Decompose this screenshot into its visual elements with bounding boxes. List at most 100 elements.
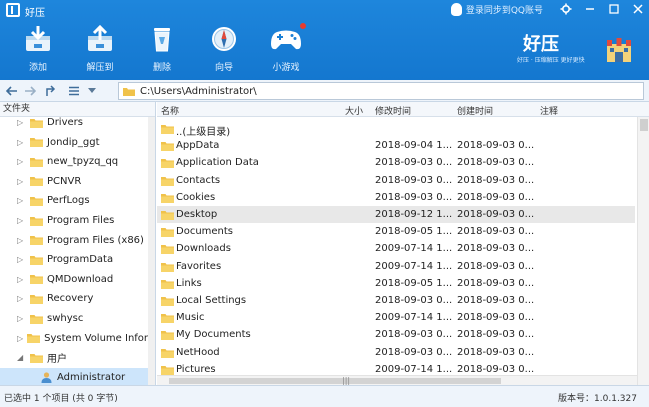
tree-item[interactable]: Administrator (0, 367, 150, 385)
file-name: Favorites (176, 260, 222, 272)
tree-item[interactable]: ▷ PCNVR (0, 172, 150, 191)
view-list-icon[interactable] (66, 83, 82, 99)
scrollbar-thumb[interactable] (169, 378, 501, 384)
file-row[interactable]: Desktop 2018-09-12 1... 2018-09-03 0... (157, 206, 635, 223)
close-button[interactable] (631, 2, 645, 16)
file-row[interactable]: Cookies 2018-09-03 0... 2018-09-03 0... (157, 189, 635, 206)
tree-item[interactable]: ▷ Program Files (0, 211, 150, 230)
expand-arrow-icon[interactable]: ▷ (17, 177, 26, 186)
tree-item[interactable]: ◢ 用户 (0, 348, 150, 367)
expanded-arrow-icon[interactable]: ◢ (17, 353, 26, 362)
file-row[interactable]: Application Data 2018-09-03 0... 2018-09-0… (157, 154, 635, 171)
expand-arrow-icon[interactable]: ▷ (17, 196, 26, 205)
extract-label: 解压到 (86, 63, 114, 73)
address-bar[interactable]: C:\Users\Administrator\ (118, 82, 644, 100)
extract-button[interactable]: 解压到 (78, 22, 122, 76)
back-arrow-icon[interactable] (4, 83, 20, 99)
expand-arrow-icon[interactable]: ▷ (17, 157, 26, 166)
view-dropdown-icon[interactable] (84, 83, 100, 99)
folder-icon (161, 176, 174, 186)
file-name: Contacts (176, 174, 221, 186)
scrollbar-thumb[interactable] (640, 119, 648, 131)
minimize-button[interactable] (583, 2, 597, 16)
folder-icon (30, 137, 43, 148)
column-created-header[interactable]: 创建时间 (457, 104, 493, 117)
up-level-icon[interactable] (42, 83, 58, 99)
maximize-button[interactable] (607, 2, 621, 16)
file-modified: 2018-09-05 1... (375, 277, 453, 289)
column-comment-header[interactable]: 注释 (540, 104, 558, 117)
expand-arrow-icon[interactable]: ▷ (17, 275, 26, 284)
file-name: Application Data (176, 157, 259, 169)
folder-icon (30, 235, 43, 246)
add-button[interactable]: 添加 (16, 22, 60, 76)
file-row[interactable]: ..(上级目录) (157, 120, 635, 138)
expand-arrow-icon[interactable]: ▷ (17, 118, 26, 127)
expand-arrow-icon[interactable]: ▷ (17, 314, 26, 323)
tree-item[interactable]: ▷ Recovery (0, 289, 150, 308)
qq-login-label: 登录同步到QQ账号 (465, 5, 543, 16)
file-modified: 2018-09-03 0... (375, 174, 453, 186)
column-size-header[interactable]: 大小 (345, 104, 363, 117)
tree-item-label: Jondip_ggt (47, 136, 100, 148)
folder-icon (161, 279, 174, 289)
file-row[interactable]: Links 2018-09-05 1... 2018-09-03 0... (157, 275, 635, 292)
file-row[interactable]: My Documents 2018-09-03 0... 2018-09-03 0.… (157, 326, 635, 343)
file-row[interactable]: Contacts 2018-09-03 0... 2018-09-03 0... (157, 172, 635, 189)
folder-icon (161, 141, 174, 152)
gamepad-icon (269, 22, 306, 56)
file-row[interactable]: Downloads 2009-07-14 1... 2018-09-03 0... (157, 240, 635, 257)
folder-icon (161, 244, 174, 255)
folder-icon (161, 330, 174, 341)
expand-arrow-icon[interactable]: ▷ (17, 236, 26, 245)
expand-arrow-icon[interactable]: ▷ (17, 294, 26, 303)
file-modified: 2009-07-14 1... (375, 363, 453, 375)
folder-icon (161, 158, 174, 169)
forward-arrow-icon[interactable] (22, 83, 38, 99)
tree-item[interactable]: ▷ Drivers (0, 113, 150, 132)
tree-item[interactable]: ▷ Program Files (x86) (0, 231, 150, 250)
column-modified-header[interactable]: 修改时间 (375, 104, 411, 117)
file-row[interactable]: Documents 2018-09-05 1... 2018-09-03 0... (157, 223, 635, 240)
tree-item[interactable]: ▷ Jondip_ggt (0, 133, 150, 152)
tree-item[interactable]: ▷ ProgramData (0, 250, 150, 269)
tree-item[interactable]: ▷ swhysc (0, 309, 150, 328)
brand-name: 好压 (523, 34, 559, 55)
wizard-button[interactable]: 向导 (202, 22, 246, 76)
tree-scrollbar[interactable] (148, 117, 155, 385)
app-header: 好压 登录同步到QQ账号 添加 解压到 删除 向导 小游戏 好压 好压 · 压缩… (0, 0, 649, 80)
file-list-horizontal-scrollbar[interactable]: ||| (157, 375, 637, 385)
tree-item[interactable]: ▷ PerfLogs (0, 191, 150, 210)
expand-arrow-icon[interactable]: ▷ (17, 255, 26, 264)
file-row[interactable]: Music 2009-07-14 1... 2018-09-03 0... (157, 309, 635, 326)
version-label: 版本号：1.0.1.327 (558, 394, 637, 404)
file-list-vertical-scrollbar[interactable] (637, 117, 649, 385)
settings-gear-icon[interactable] (559, 2, 573, 16)
file-row[interactable]: AppData 2018-09-04 1... 2018-09-03 0... (157, 137, 635, 154)
file-created: 2018-09-03 0... (457, 174, 535, 186)
file-modified: 2009-07-14 1... (375, 243, 453, 255)
file-created: 2018-09-03 0... (457, 260, 535, 272)
file-row[interactable]: NetHood 2018-09-03 0... 2018-09-03 0... (157, 344, 635, 361)
delete-button[interactable]: 删除 (140, 22, 184, 76)
folder-icon (123, 87, 135, 96)
expand-arrow-icon[interactable]: ▷ (17, 334, 23, 343)
expand-arrow-icon[interactable]: ▷ (17, 138, 26, 147)
column-name-header[interactable]: 名称 (161, 104, 179, 117)
folder-icon (27, 333, 41, 344)
tree-item[interactable]: ▷ QMDownload (0, 270, 150, 289)
compass-icon (207, 22, 241, 56)
brand-slogan: 好压 · 压缩解压 更好更快 (517, 57, 585, 64)
folder-tree-pane: 文件夹 ▷ Drivers ▷ Jondip_ggt ▷ new_tpyzq_qq ▷ PCN… (0, 102, 156, 385)
qq-login-link[interactable]: 登录同步到QQ账号 (450, 2, 543, 16)
status-bar: 已选中 1 个项目 (共 0 字节) 版本号：1.0.1.327 (0, 385, 649, 407)
tree-item-label: Program Files (x86) (47, 234, 144, 246)
expand-arrow-icon[interactable]: ▷ (17, 216, 26, 225)
tree-item[interactable]: ▷ System Volume Infor... (0, 329, 150, 348)
file-row[interactable]: Favorites 2009-07-14 1... 2018-09-03 0... (157, 258, 635, 275)
file-modified: 2018-09-03 0... (375, 329, 453, 341)
file-row[interactable]: Local Settings 2018-09-03 0... 2018-09-03 … (157, 292, 635, 309)
mini-game-button[interactable]: 小游戏 (264, 22, 308, 76)
tree-item[interactable]: ▷ new_tpyzq_qq (0, 152, 150, 171)
qq-penguin-icon (450, 2, 462, 16)
